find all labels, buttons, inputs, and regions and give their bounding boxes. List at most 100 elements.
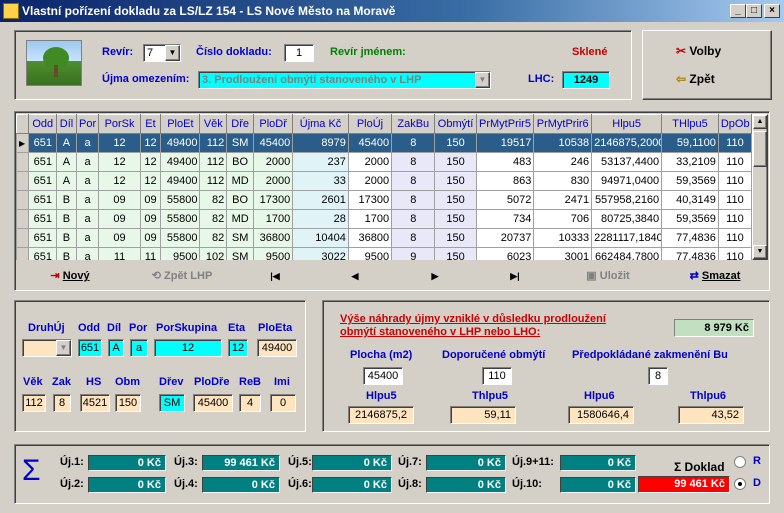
table-cell[interactable]: 102: [199, 247, 228, 260]
table-cell[interactable]: 59,3569: [661, 171, 719, 191]
table-cell[interactable]: 8: [391, 190, 436, 210]
table-cell[interactable]: 8: [391, 209, 436, 229]
column-header[interactable]: Újma Kč: [292, 114, 349, 134]
table-cell[interactable]: 651: [28, 247, 58, 260]
column-header[interactable]: PloÚj: [347, 114, 393, 134]
row-indicator[interactable]: [16, 152, 30, 172]
table-cell[interactable]: 9: [391, 247, 436, 260]
column-header[interactable]: PloDř: [253, 114, 294, 134]
table-cell[interactable]: B: [56, 228, 77, 248]
column-header[interactable]: Odd: [28, 114, 58, 134]
column-header[interactable]: DpOb: [717, 114, 752, 134]
zpet-button[interactable]: ⇦ Zpět: [676, 72, 715, 86]
table-cell[interactable]: 110: [717, 133, 752, 153]
table-cell[interactable]: 12: [139, 133, 162, 153]
table-row[interactable]: 651 Aa 12 12 49400 112 MD 2000 33 2000 8 150 863 830 9…: [16, 171, 752, 191]
table-cell[interactable]: B: [56, 247, 77, 260]
table-cell[interactable]: 36800: [347, 228, 393, 248]
table-cell[interactable]: 863: [475, 171, 535, 191]
row-indicator[interactable]: [16, 228, 30, 248]
table-cell[interactable]: 112: [199, 133, 228, 153]
table-cell[interactable]: 10333: [533, 228, 593, 248]
table-cell[interactable]: 734: [475, 209, 535, 229]
ujma-select[interactable]: 3. Prodloužení obmýtí stanoveného v LHP …: [198, 71, 491, 89]
table-cell[interactable]: A: [56, 133, 77, 153]
grid-scrollbar[interactable]: ▲ ▼: [752, 114, 768, 260]
table-cell[interactable]: MD: [226, 171, 255, 191]
table-cell[interactable]: 150: [434, 152, 477, 172]
table-cell[interactable]: 36800: [253, 228, 294, 248]
table-cell[interactable]: 662484,7800: [591, 247, 663, 260]
column-header[interactable]: Por: [75, 114, 100, 134]
table-cell[interactable]: 9500: [253, 247, 294, 260]
table-cell[interactable]: 110: [717, 209, 752, 229]
table-cell[interactable]: 3022: [292, 247, 349, 260]
table-cell[interactable]: a: [75, 228, 100, 248]
table-cell[interactable]: 2146875,2000: [591, 133, 663, 153]
table-cell[interactable]: SM: [226, 247, 255, 260]
table-cell[interactable]: 8: [391, 133, 436, 153]
table-cell[interactable]: 17300: [253, 190, 294, 210]
table-cell[interactable]: 55800: [160, 209, 201, 229]
table-cell[interactable]: 28: [292, 209, 349, 229]
table-cell[interactable]: 94971,0400: [591, 171, 663, 191]
table-cell[interactable]: 150: [434, 228, 477, 248]
table-cell[interactable]: 2281117,1840: [591, 228, 663, 248]
table-cell[interactable]: 651: [28, 171, 58, 191]
next-record-button[interactable]: ▶: [420, 266, 450, 286]
table-cell[interactable]: 1700: [347, 209, 393, 229]
revir-select[interactable]: 7 ▼: [143, 44, 181, 62]
table-cell[interactable]: 110: [717, 247, 752, 260]
table-cell[interactable]: 55800: [160, 228, 201, 248]
table-cell[interactable]: 45400: [347, 133, 393, 153]
chevron-down-icon[interactable]: ▼: [475, 72, 490, 88]
table-cell[interactable]: A: [56, 171, 77, 191]
novy-button[interactable]: ⇥ Nový: [40, 266, 100, 286]
column-header[interactable]: PorSk: [98, 114, 141, 134]
table-cell[interactable]: 11: [98, 247, 141, 260]
column-header[interactable]: PrMytPrir6: [533, 114, 593, 134]
scroll-up-icon[interactable]: ▲: [753, 115, 767, 129]
column-header[interactable]: Hlpu5: [591, 114, 663, 134]
table-cell[interactable]: 12: [139, 171, 162, 191]
table-cell[interactable]: SM: [226, 228, 255, 248]
table-cell[interactable]: 706: [533, 209, 593, 229]
table-cell[interactable]: 77,4836: [661, 228, 719, 248]
zpet-lhp-button[interactable]: ⟲ Zpět LHP: [142, 266, 222, 286]
smazat-button[interactable]: ⇄ Smazat: [682, 266, 748, 286]
column-header[interactable]: Dře: [226, 114, 255, 134]
table-row[interactable]: ▶ 651 Aa 12 12 49400 112 SM 45400 8979 45400 8 150 19…: [16, 133, 752, 153]
last-record-button[interactable]: ▶|: [500, 266, 530, 286]
table-cell[interactable]: 2471: [533, 190, 593, 210]
table-cell[interactable]: a: [75, 171, 100, 191]
table-cell[interactable]: 09: [98, 190, 141, 210]
volby-button[interactable]: ✂ Volby: [676, 44, 721, 58]
minimize-button[interactable]: _: [730, 4, 746, 18]
table-cell[interactable]: 3001: [533, 247, 593, 260]
table-cell[interactable]: BO: [226, 190, 255, 210]
chevron-down-icon[interactable]: ▼: [56, 340, 71, 356]
table-cell[interactable]: 246: [533, 152, 593, 172]
scroll-thumb[interactable]: [753, 131, 767, 167]
column-header[interactable]: PloEt: [160, 114, 201, 134]
table-cell[interactable]: B: [56, 209, 77, 229]
table-cell[interactable]: 8: [391, 228, 436, 248]
table-cell[interactable]: A: [56, 152, 77, 172]
column-header[interactable]: Obmýtí: [434, 114, 477, 134]
table-cell[interactable]: 45400: [253, 133, 294, 153]
table-cell[interactable]: 33: [292, 171, 349, 191]
table-cell[interactable]: MD: [226, 209, 255, 229]
ulozit-button[interactable]: ▣ Uložit: [578, 266, 638, 286]
row-indicator[interactable]: [16, 190, 30, 210]
table-cell[interactable]: 12: [98, 133, 141, 153]
table-cell[interactable]: 2000: [253, 152, 294, 172]
table-cell[interactable]: 110: [717, 171, 752, 191]
table-cell[interactable]: 651: [28, 133, 58, 153]
scroll-down-icon[interactable]: ▼: [753, 245, 767, 259]
table-cell[interactable]: 150: [434, 190, 477, 210]
table-cell[interactable]: 55800: [160, 190, 201, 210]
current-row-indicator-icon[interactable]: ▶: [16, 133, 30, 153]
radio-d[interactable]: [734, 478, 746, 490]
table-cell[interactable]: 11: [139, 247, 162, 260]
table-cell[interactable]: 09: [98, 228, 141, 248]
